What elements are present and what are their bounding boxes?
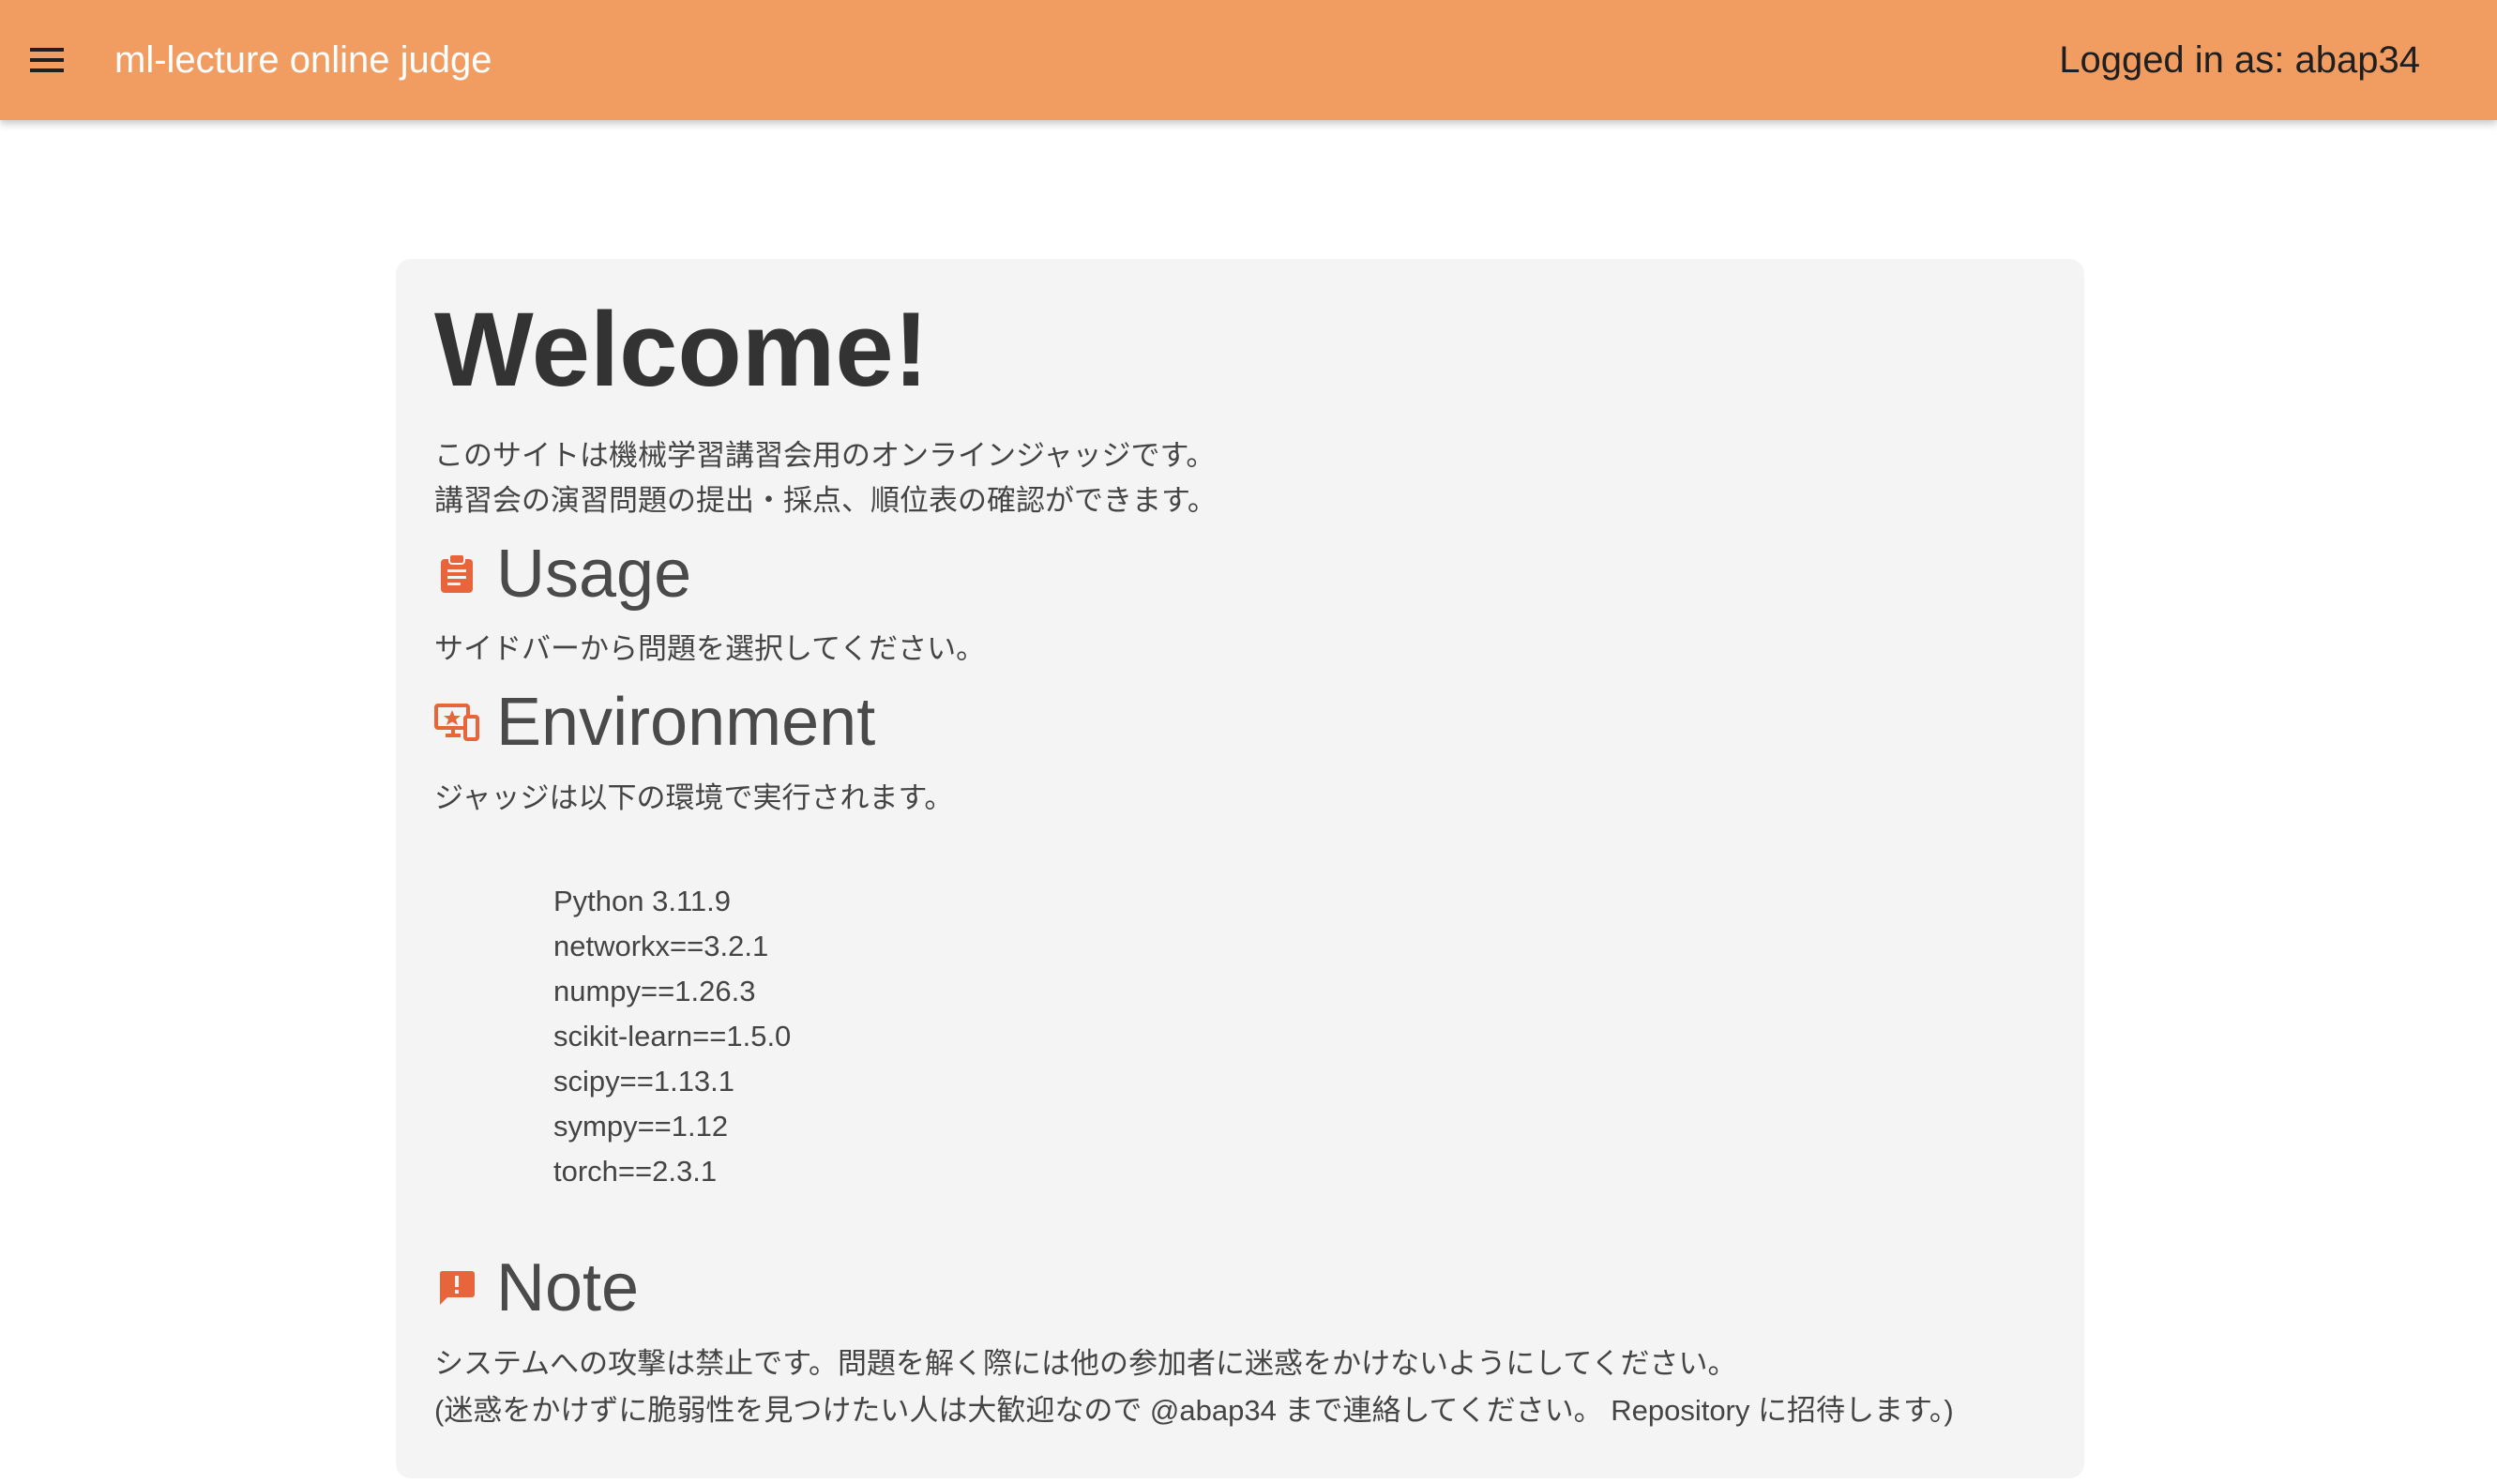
menu-icon [30, 48, 64, 72]
devices-icon [434, 700, 479, 745]
feedback-alert-icon [434, 1265, 479, 1310]
list-item: torch==2.3.1 [553, 1155, 718, 1188]
list-item: scikit-learn==1.5.0 [553, 1020, 792, 1052]
intro-line: このサイトは機械学習講習会用のオンラインジャッジです。 [434, 439, 1216, 472]
page-title: Welcome! [434, 291, 929, 408]
usage-title: Usage [496, 537, 692, 612]
note-heading: Note [434, 1250, 639, 1325]
note-line: システムへの攻撃は禁止です。問題を解く際には他の参加者に迷惑をかけないようにして… [434, 1347, 1737, 1380]
list-item: numpy==1.26.3 [553, 975, 756, 1007]
note-title: Note [496, 1250, 640, 1325]
intro-line: 講習会の演習問題の提出・採点、順位表の確認ができます。 [434, 484, 1217, 517]
package-list: Python 3.11.9 networkx==3.2.1 numpy==1.2… [553, 879, 791, 1194]
list-item: networkx==3.2.1 [553, 930, 769, 962]
clipboard-icon [434, 552, 479, 597]
list-item: sympy==1.12 [553, 1110, 729, 1143]
login-status: Logged in as: abap34 [2059, 39, 2420, 81]
list-item: scipy==1.13.1 [553, 1065, 735, 1098]
usage-heading: Usage [434, 537, 691, 612]
usage-text: サイドバーから問題を選択してください。 [434, 632, 986, 665]
app-title[interactable]: ml-lecture online judge [114, 36, 492, 84]
menu-button[interactable] [21, 34, 73, 86]
environment-heading: Environment [434, 685, 875, 760]
app-bar: ml-lecture online judge Logged in as: ab… [0, 0, 2497, 120]
environment-text: ジャッジは以下の環境で実行されます。 [434, 781, 954, 814]
environment-title: Environment [496, 685, 876, 760]
list-item: Python 3.11.9 [553, 885, 732, 917]
note-line: (迷惑をかけずに脆弱性を見つけたい人は大歓迎なので @abap34 まで連絡して… [434, 1394, 1954, 1427]
